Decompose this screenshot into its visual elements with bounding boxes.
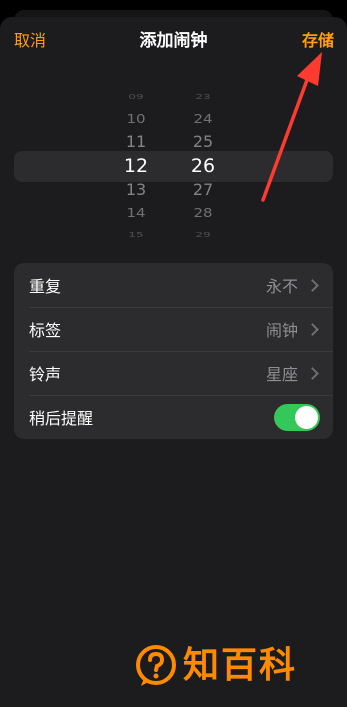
minute-option[interactable]: 28 xyxy=(173,207,233,219)
minute-option[interactable]: 27 xyxy=(173,182,233,198)
snooze-toggle[interactable] xyxy=(274,403,320,431)
hour-option[interactable]: 13 xyxy=(106,182,166,198)
hour-option[interactable]: 11 xyxy=(106,134,166,150)
time-picker: 09 10 11 12 13 14 15 23 24 25 26 27 28 2… xyxy=(0,87,347,245)
hour-option[interactable]: 14 xyxy=(106,207,166,219)
repeat-value: 永不 xyxy=(265,277,298,296)
minute-option[interactable]: 29 xyxy=(173,232,233,239)
question-bubble-icon xyxy=(136,645,176,686)
chevron-right-icon xyxy=(306,322,319,336)
repeat-row[interactable]: 重复 永不 xyxy=(14,263,333,307)
label-value: 闹钟 xyxy=(265,321,298,340)
sound-value: 星座 xyxy=(265,365,298,384)
sound-row[interactable]: 铃声 星座 xyxy=(14,351,333,395)
minute-option-selected[interactable]: 26 xyxy=(173,156,233,176)
save-button[interactable]: 存储 xyxy=(302,30,334,52)
label-label: 标签 xyxy=(29,321,62,340)
minute-wheel[interactable]: 23 24 25 26 27 28 29 xyxy=(173,87,233,245)
hour-wheel[interactable]: 09 10 11 12 13 14 15 xyxy=(106,87,166,245)
add-alarm-sheet: 取消 添加闹钟 存储 09 10 11 12 13 14 15 23 24 25… xyxy=(0,17,347,707)
hour-option-selected[interactable]: 12 xyxy=(106,156,166,176)
repeat-label: 重复 xyxy=(29,277,62,296)
minute-option[interactable]: 25 xyxy=(173,134,233,150)
snooze-row: 稍后提醒 xyxy=(14,395,333,439)
watermark: 知百科 xyxy=(135,645,297,687)
minute-option[interactable]: 24 xyxy=(173,113,233,125)
toggle-knob xyxy=(295,405,318,429)
hour-option[interactable]: 15 xyxy=(106,232,166,239)
minute-option[interactable]: 23 xyxy=(173,94,233,101)
chevron-right-icon xyxy=(306,366,319,380)
hour-option[interactable]: 10 xyxy=(106,113,166,125)
hour-option[interactable]: 09 xyxy=(106,94,166,101)
alarm-settings-group: 重复 永不 标签 闹钟 铃声 星座 稍后提醒 xyxy=(14,263,333,439)
sound-label: 铃声 xyxy=(29,365,62,384)
watermark-text: 知百科 xyxy=(183,645,298,686)
page-title: 添加闹钟 xyxy=(139,31,208,51)
label-row[interactable]: 标签 闹钟 xyxy=(14,307,333,351)
snooze-label: 稍后提醒 xyxy=(29,409,94,428)
chevron-right-icon xyxy=(306,278,319,292)
